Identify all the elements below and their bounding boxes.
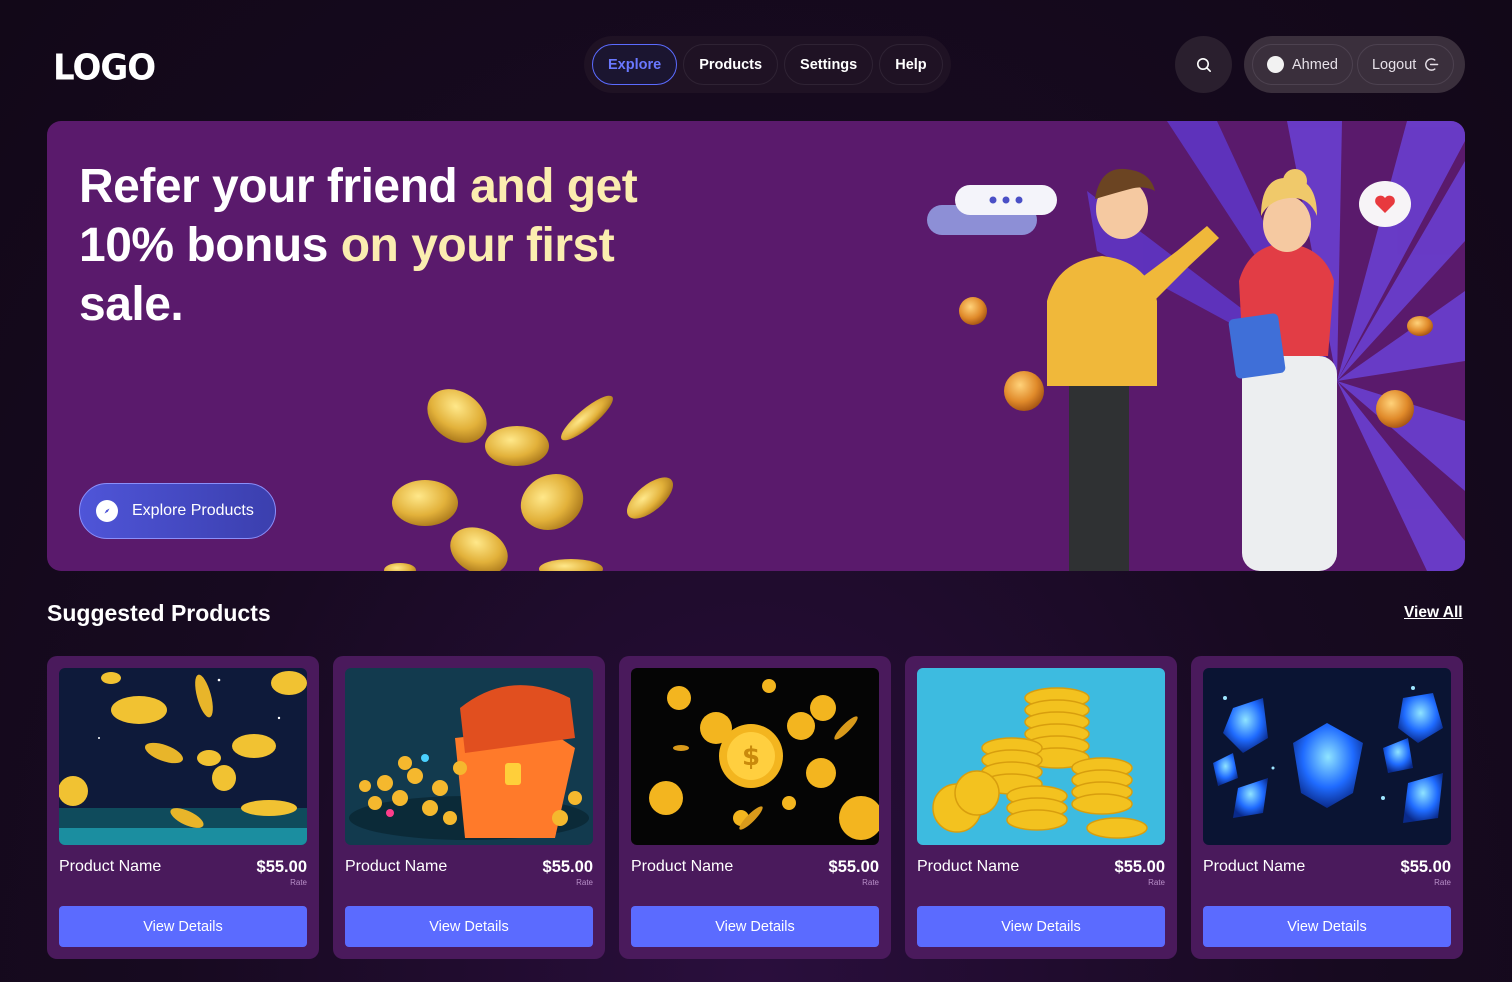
product-price: $55.00 bbox=[1114, 858, 1165, 876]
product-image bbox=[1203, 668, 1451, 845]
product-list: Product Name $55.00 Rate View Details Pr… bbox=[47, 656, 1465, 959]
product-name: Product Name bbox=[59, 858, 162, 875]
product-image bbox=[917, 668, 1165, 845]
explore-products-button[interactable]: Explore Products bbox=[79, 483, 276, 539]
logout-button[interactable]: Logout bbox=[1356, 44, 1455, 85]
hero-title-line2: 10% bonus bbox=[79, 219, 341, 272]
product-card[interactable]: Product Name $55.00 Rate View Details bbox=[47, 656, 319, 959]
logout-label: Logout bbox=[1371, 56, 1417, 73]
search-button[interactable] bbox=[1175, 36, 1232, 93]
svg-text:$: $ bbox=[742, 742, 760, 772]
product-name: Product Name bbox=[345, 858, 448, 875]
user-profile-button[interactable]: Ahmed bbox=[1252, 44, 1353, 85]
product-rate: Rate bbox=[1148, 878, 1165, 887]
product-image: $ bbox=[631, 668, 879, 845]
hero-title: Refer your friend and get 10% bonus on y… bbox=[79, 157, 679, 334]
product-rate: Rate bbox=[576, 878, 593, 887]
nav-settings[interactable]: Settings bbox=[784, 44, 874, 85]
product-card[interactable]: $ Product Name $55.00 Rate View Details bbox=[619, 656, 891, 959]
hero-title-line1-highlight: and get bbox=[470, 160, 638, 213]
main-nav: Explore Products Settings Help bbox=[584, 36, 951, 93]
logo[interactable]: LOGO bbox=[53, 47, 156, 89]
user-menu: Ahmed Logout bbox=[1244, 36, 1465, 93]
product-rate: Rate bbox=[1434, 878, 1451, 887]
product-rate: Rate bbox=[290, 878, 307, 887]
referral-banner: Refer your friend and get 10% bonus on y… bbox=[47, 121, 1465, 571]
view-details-button[interactable]: View Details bbox=[631, 906, 879, 947]
hero-title-line3: sale. bbox=[79, 278, 184, 331]
product-name: Product Name bbox=[1203, 858, 1306, 875]
product-rate: Rate bbox=[862, 878, 879, 887]
nav-explore[interactable]: Explore bbox=[592, 44, 678, 85]
product-price: $55.00 bbox=[1400, 858, 1451, 876]
explore-products-label: Explore Products bbox=[132, 502, 254, 519]
product-price: $55.00 bbox=[542, 858, 593, 876]
avatar bbox=[1267, 56, 1284, 73]
nav-products[interactable]: Products bbox=[683, 44, 779, 85]
view-details-button[interactable]: View Details bbox=[917, 906, 1165, 947]
section-title: Suggested Products bbox=[47, 600, 271, 626]
product-name: Product Name bbox=[917, 858, 1020, 875]
view-details-button[interactable]: View Details bbox=[345, 906, 593, 947]
product-image bbox=[59, 668, 307, 845]
product-card[interactable]: Product Name $55.00 Rate View Details bbox=[905, 656, 1177, 959]
user-name: Ahmed bbox=[1292, 56, 1338, 73]
product-card[interactable]: Product Name $55.00 Rate View Details bbox=[1191, 656, 1463, 959]
product-card[interactable]: Product Name $55.00 Rate View Details bbox=[333, 656, 605, 959]
product-price: $55.00 bbox=[828, 858, 879, 876]
search-icon bbox=[1196, 57, 1211, 72]
view-details-button[interactable]: View Details bbox=[59, 906, 307, 947]
product-name: Product Name bbox=[631, 858, 734, 875]
view-details-button[interactable]: View Details bbox=[1203, 906, 1451, 947]
product-price: $55.00 bbox=[256, 858, 307, 876]
hero-title-line1: Refer your friend bbox=[79, 160, 471, 213]
logout-icon bbox=[1425, 58, 1439, 71]
compass-icon bbox=[96, 500, 118, 522]
hero-title-line2-highlight: on your first bbox=[340, 219, 615, 272]
view-all-link[interactable]: View All bbox=[1404, 604, 1463, 622]
product-image bbox=[345, 668, 593, 845]
nav-help[interactable]: Help bbox=[879, 44, 943, 85]
